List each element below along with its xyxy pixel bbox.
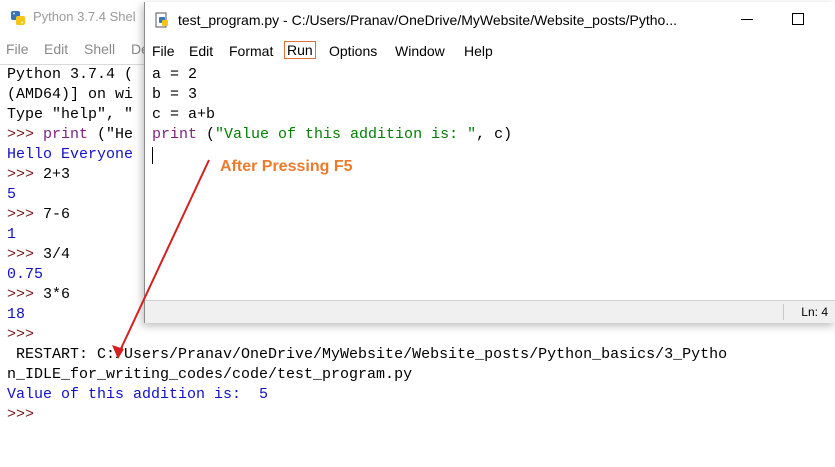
code-line: 18 [7,305,25,325]
editor-menu-options[interactable]: Options [326,42,380,60]
code-token: 2+3 [43,166,71,183]
code-line: >>> 3*6 [7,285,70,305]
code-token: Hello Everyone [7,146,134,163]
code-line: Hello Everyone [7,145,133,165]
code-token: 18 [7,306,26,323]
code-token: , c) [476,126,513,143]
code-token: 3*6 [43,286,71,303]
editor-menubar: File Edit Format Run Options Window Help [145,39,835,63]
code-line: 0.75 [7,265,43,285]
editor-menu-window[interactable]: Window [392,42,448,60]
shell-menu-shell[interactable]: Shell [84,41,115,57]
code-token: >>> [7,126,44,143]
code-line: >>> 2+3 [7,165,70,185]
status-divider [783,304,784,320]
shell-window-title: Python 3.7.4 Shel [33,9,136,24]
code-line: >>> 7-6 [7,205,70,225]
code-token: RESTART: C:/Users/Pranav/OneDrive/MyWebs… [7,346,728,363]
code-token: b = 3 [152,86,198,103]
code-token: (AMD64)] on wi [7,86,134,103]
code-token: >>> [7,406,35,423]
editor-text-area[interactable]: a = 2 b = 3 c = a+b print ("Value of this a… [145,65,835,298]
code-line: >>> print ("He [7,125,133,145]
python-logo-icon [10,10,26,26]
code-token: >>> [7,166,44,183]
code-token: 0.75 [7,266,44,283]
shell-menu-edit[interactable]: Edit [44,41,68,57]
maximize-icon[interactable] [792,13,804,25]
code-token: Python 3.7.4 ( [7,66,134,83]
code-line: >>> [7,405,34,425]
annotation-label: After Pressing F5 [220,158,353,175]
code-token: ( [197,126,216,143]
code-token: >>> [7,206,44,223]
minimize-icon[interactable] [741,19,753,20]
editor-menu-edit[interactable]: Edit [186,42,216,60]
editor-statusbar: Ln: 4 [145,300,835,323]
text-cursor [152,147,153,164]
code-token: >>> [7,286,44,303]
editor-menu-run[interactable]: Run [284,41,316,59]
code-token: 1 [7,226,17,243]
code-line: c = a+b [152,105,215,125]
code-line: Python 3.7.4 ( [7,65,133,85]
code-token: Value of this addition is: 5 [7,386,269,403]
code-token: 7-6 [43,206,71,223]
code-line: 1 [7,225,16,245]
editor-titlebar[interactable]: test_program.py - C:/Users/Pranav/OneDri… [145,2,835,38]
code-line: n_IDLE_for_writing_codes/code/test_progr… [7,365,412,385]
code-line: 5 [7,185,16,205]
python-file-icon [154,12,170,28]
code-token: n_IDLE_for_writing_codes/code/test_progr… [7,366,413,383]
code-token: 3/4 [43,246,71,263]
editor-window-title: test_program.py - C:/Users/Pranav/OneDri… [178,12,678,28]
editor-menu-file[interactable]: File [149,42,178,60]
code-line: a = 2 [152,65,197,85]
code-line: print ("Value of this addition is: ", c) [152,125,512,145]
code-token: >>> [7,246,44,263]
code-line: Value of this addition is: 5 [7,385,268,405]
code-token: print [152,126,198,143]
line-number-status: Ln: 4 [801,305,828,319]
code-token: c = a+b [152,106,216,123]
code-token: "Value of this addition is: " [215,126,477,143]
code-line: >>> [7,325,34,345]
shell-menu-file[interactable]: File [6,41,29,57]
code-token: 5 [7,186,17,203]
editor-menu-format[interactable]: Format [226,42,276,60]
code-token: Type "help", " [7,106,134,123]
code-token: a = 2 [152,66,198,83]
editor-menu-help[interactable]: Help [461,42,496,60]
code-token: print [43,126,89,143]
code-token: >>> [7,326,35,343]
code-token: ("He [88,126,134,143]
code-line: b = 3 [152,85,197,105]
code-line: >>> 3/4 [7,245,70,265]
code-line: Type "help", " [7,105,133,125]
code-line: (AMD64)] on wi [7,85,133,105]
code-line: RESTART: C:/Users/Pranav/OneDrive/MyWebs… [7,345,727,365]
